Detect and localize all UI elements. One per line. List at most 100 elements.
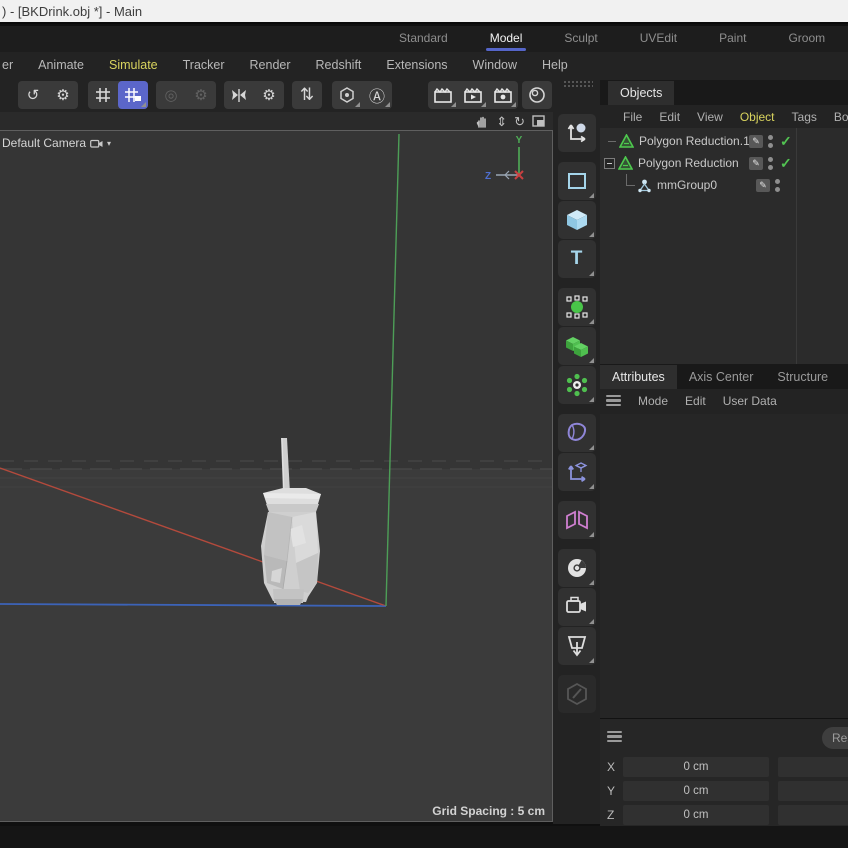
attributes-menu-edit[interactable]: Edit	[685, 394, 706, 408]
layout-tab-groom[interactable]: Groom	[784, 26, 829, 52]
layout-tab-model[interactable]: Model	[486, 26, 527, 52]
objects-menu-view[interactable]: View	[697, 110, 723, 124]
attributes-menu-userdata[interactable]: User Data	[723, 394, 777, 408]
objects-menu-object[interactable]: Object	[740, 110, 775, 124]
annotate-tool-button	[558, 675, 596, 713]
coordinate-x-input[interactable]: 0 cm	[623, 757, 769, 777]
visibility-dots-icon[interactable]	[775, 179, 780, 192]
undo-history-button[interactable]: ↺	[18, 81, 48, 109]
polygon-reduction-icon	[619, 134, 634, 148]
render-view-button[interactable]	[428, 81, 458, 109]
enabled-check-icon[interactable]: ✓	[780, 133, 796, 150]
mograph-cloner-tool-button[interactable]	[558, 288, 596, 326]
simulation-tool-button[interactable]	[558, 366, 596, 404]
tab-attributes[interactable]: Attributes	[600, 365, 677, 389]
text-tool-button[interactable]: T	[558, 240, 596, 278]
grid-spacing-label: Grid Spacing : 5 cm	[432, 804, 545, 818]
menu-item-extensions[interactable]: Extensions	[386, 58, 447, 72]
coordinate-z-input[interactable]: 0 cm	[623, 805, 769, 825]
coordinates-menu-icon[interactable]	[607, 731, 622, 742]
tab-structure[interactable]: Structure	[765, 365, 840, 389]
layer-edit-icon[interactable]: ✎	[749, 135, 763, 148]
menu-item-animate[interactable]: Animate	[38, 58, 84, 72]
auto-mode-button[interactable]: Ⓐ	[362, 81, 392, 109]
camera-dropdown-arrow-icon: ▾	[107, 139, 111, 148]
volume-builder-tool-button[interactable]	[558, 327, 596, 365]
a-circle-icon: Ⓐ	[369, 83, 385, 107]
dolly-icon[interactable]: ⇕	[496, 115, 507, 128]
coordinate-z-input-2[interactable]	[778, 805, 848, 825]
attributes-menu-mode[interactable]: Mode	[638, 394, 668, 408]
objects-menu-edit[interactable]: Edit	[659, 110, 680, 124]
tab-axis-center[interactable]: Axis Center	[677, 365, 766, 389]
target-snap-button[interactable]: ◎	[156, 81, 186, 109]
objects-menu-file[interactable]: File	[623, 110, 642, 124]
objects-menu-bookmarks[interactable]: Bookmarks	[834, 110, 848, 124]
stage-floor-tool-button[interactable]	[558, 627, 596, 665]
hexagon-mode-button[interactable]	[332, 81, 362, 109]
move-axis-tool-button[interactable]	[558, 114, 596, 152]
tab-layer[interactable]: Layer	[840, 365, 848, 389]
enabled-check-icon[interactable]: ✓	[780, 155, 796, 172]
cube-primitive-tool-button[interactable]	[558, 201, 596, 239]
coordinate-y-input-2[interactable]	[778, 781, 848, 801]
grid-snap-button[interactable]	[88, 81, 118, 109]
modeling-axis-tool-button[interactable]	[558, 453, 596, 491]
layer-edit-icon[interactable]: ✎	[749, 157, 763, 170]
render-play-button[interactable]	[458, 81, 488, 109]
layer-edit-icon[interactable]: ✎	[756, 179, 770, 192]
tree-row-mmgroup0[interactable]: mmGroup0 ✎	[600, 174, 848, 196]
layout-tab-paint[interactable]: Paint	[715, 26, 750, 52]
layout-tab-standard[interactable]: Standard	[395, 26, 452, 52]
axis-z-label: Z	[607, 808, 623, 822]
panel-grip-handle[interactable]	[563, 80, 593, 87]
reset-button[interactable]: Reset	[822, 727, 848, 749]
camera-tool-button[interactable]	[558, 588, 596, 626]
coordinate-x-input-2[interactable]	[778, 757, 848, 777]
mesh-group-icon	[637, 178, 652, 193]
right-panel-column: Objects File Edit View Object Tags Bookm…	[600, 52, 848, 824]
menu-item-partial[interactable]: er	[2, 58, 13, 72]
camera-label[interactable]: Default Camera ▾	[2, 136, 111, 150]
symmetry-tool-button[interactable]	[558, 501, 596, 539]
shaderball-icon	[565, 556, 589, 580]
mirror-settings-button[interactable]: ⚙	[254, 81, 284, 109]
grid-snap-lock-button[interactable]	[118, 81, 148, 109]
spline-rectangle-tool-button[interactable]	[558, 162, 596, 200]
layout-tab-uvedit[interactable]: UVEdit	[636, 26, 681, 52]
volume-cubes-icon	[565, 334, 589, 358]
visibility-dots-icon[interactable]	[768, 135, 773, 148]
menu-item-window[interactable]: Window	[473, 58, 517, 72]
menu-item-help[interactable]: Help	[542, 58, 568, 72]
viewport-3d[interactable]: Y Z Default Camera ▾ Grid Spacing : 5 cm	[0, 130, 553, 822]
visibility-dots-icon[interactable]	[768, 157, 773, 170]
sphere-icon	[528, 86, 546, 104]
camera-label-text: Default Camera	[2, 136, 86, 150]
deformer-tool-button[interactable]	[558, 414, 596, 452]
tree-row-polygon-reduction-1[interactable]: Polygon Reduction.1 ✎ ✓	[600, 130, 848, 152]
objects-menu-tags[interactable]: Tags	[792, 110, 817, 124]
toolbar-group-undo: ↺ ⚙	[18, 81, 78, 109]
menu-item-tracker[interactable]: Tracker	[183, 58, 225, 72]
swap-updown-button[interactable]: ⇅	[292, 81, 322, 109]
target-settings-button[interactable]: ⚙	[186, 81, 216, 109]
tree-row-polygon-reduction[interactable]: Polygon Reduction ✎ ✓	[600, 152, 848, 174]
layout-tab-bar: Standard Model Sculpt UVEdit Paint Groom	[0, 26, 848, 52]
mirror-tool-button[interactable]	[224, 81, 254, 109]
mograph-icon	[565, 295, 589, 319]
rotate-view-icon[interactable]: ↻	[514, 115, 525, 128]
collapse-expander-icon[interactable]	[604, 158, 615, 169]
tab-objects[interactable]: Objects	[608, 81, 674, 105]
menu-item-render[interactable]: Render	[250, 58, 291, 72]
attributes-panel-menu-icon[interactable]	[606, 395, 621, 406]
render-settings-button[interactable]	[488, 81, 518, 109]
shaderball-material-tool-button[interactable]	[558, 549, 596, 587]
menu-item-simulate[interactable]: Simulate	[109, 58, 158, 72]
pan-hand-icon[interactable]	[476, 115, 489, 128]
menu-item-redshift[interactable]: Redshift	[316, 58, 362, 72]
layout-tab-sculpt[interactable]: Sculpt	[560, 26, 601, 52]
undo-settings-button[interactable]: ⚙	[48, 81, 78, 109]
maximize-view-icon[interactable]	[532, 115, 545, 127]
coordinate-y-input[interactable]: 0 cm	[623, 781, 769, 801]
sphere-view-button[interactable]	[522, 81, 552, 109]
